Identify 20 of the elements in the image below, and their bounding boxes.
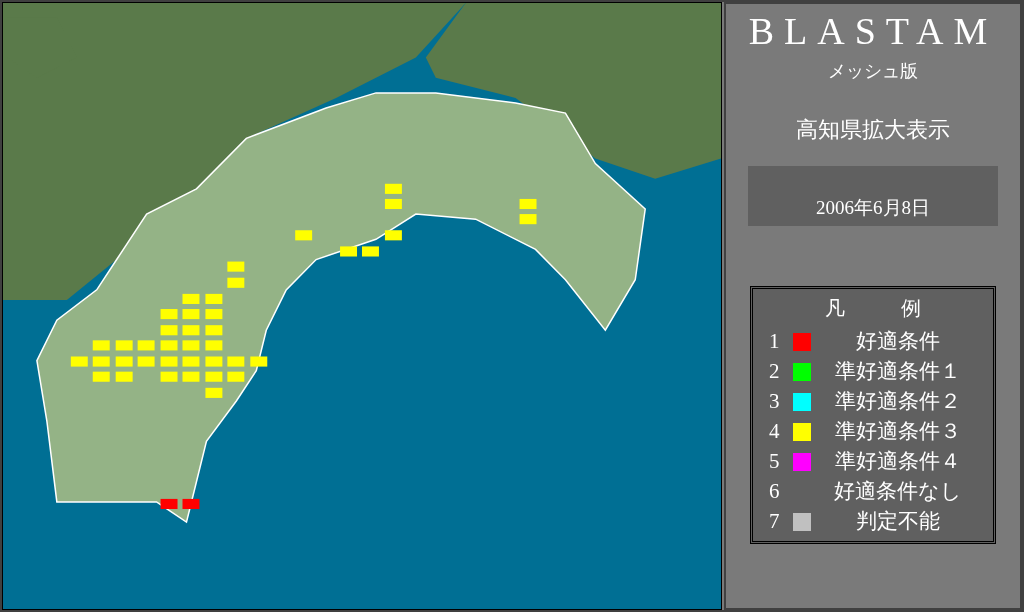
legend-number: 4 xyxy=(769,418,781,446)
legend-label: 準好適条件１ xyxy=(834,358,962,386)
legend-number: 1 xyxy=(769,328,781,356)
legend-label: 判定不能 xyxy=(855,508,941,536)
app-subtitle: メッシュ版 xyxy=(828,60,918,83)
legend-title: 例 xyxy=(901,296,921,321)
legend-number: 5 xyxy=(769,448,781,476)
legend-label: 好適条件なし xyxy=(833,478,963,506)
legend-label: 準好適条件３ xyxy=(834,418,962,446)
legend-label: 準好適条件２ xyxy=(834,388,962,416)
legend-number: 6 xyxy=(769,478,781,506)
legend-label: 好適条件 xyxy=(855,328,941,356)
legend-title: 凡 xyxy=(825,296,845,321)
legend-number: 2 xyxy=(769,358,781,386)
legend-label: 準好適条件４ xyxy=(834,448,962,476)
app-title: BLASTAM xyxy=(748,12,998,50)
view-label: 高知県拡大表示 xyxy=(796,116,950,144)
date-panel: 2006年6月8日 xyxy=(748,166,998,226)
legend-number: 7 xyxy=(769,508,781,536)
legend-number: 3 xyxy=(769,388,781,416)
